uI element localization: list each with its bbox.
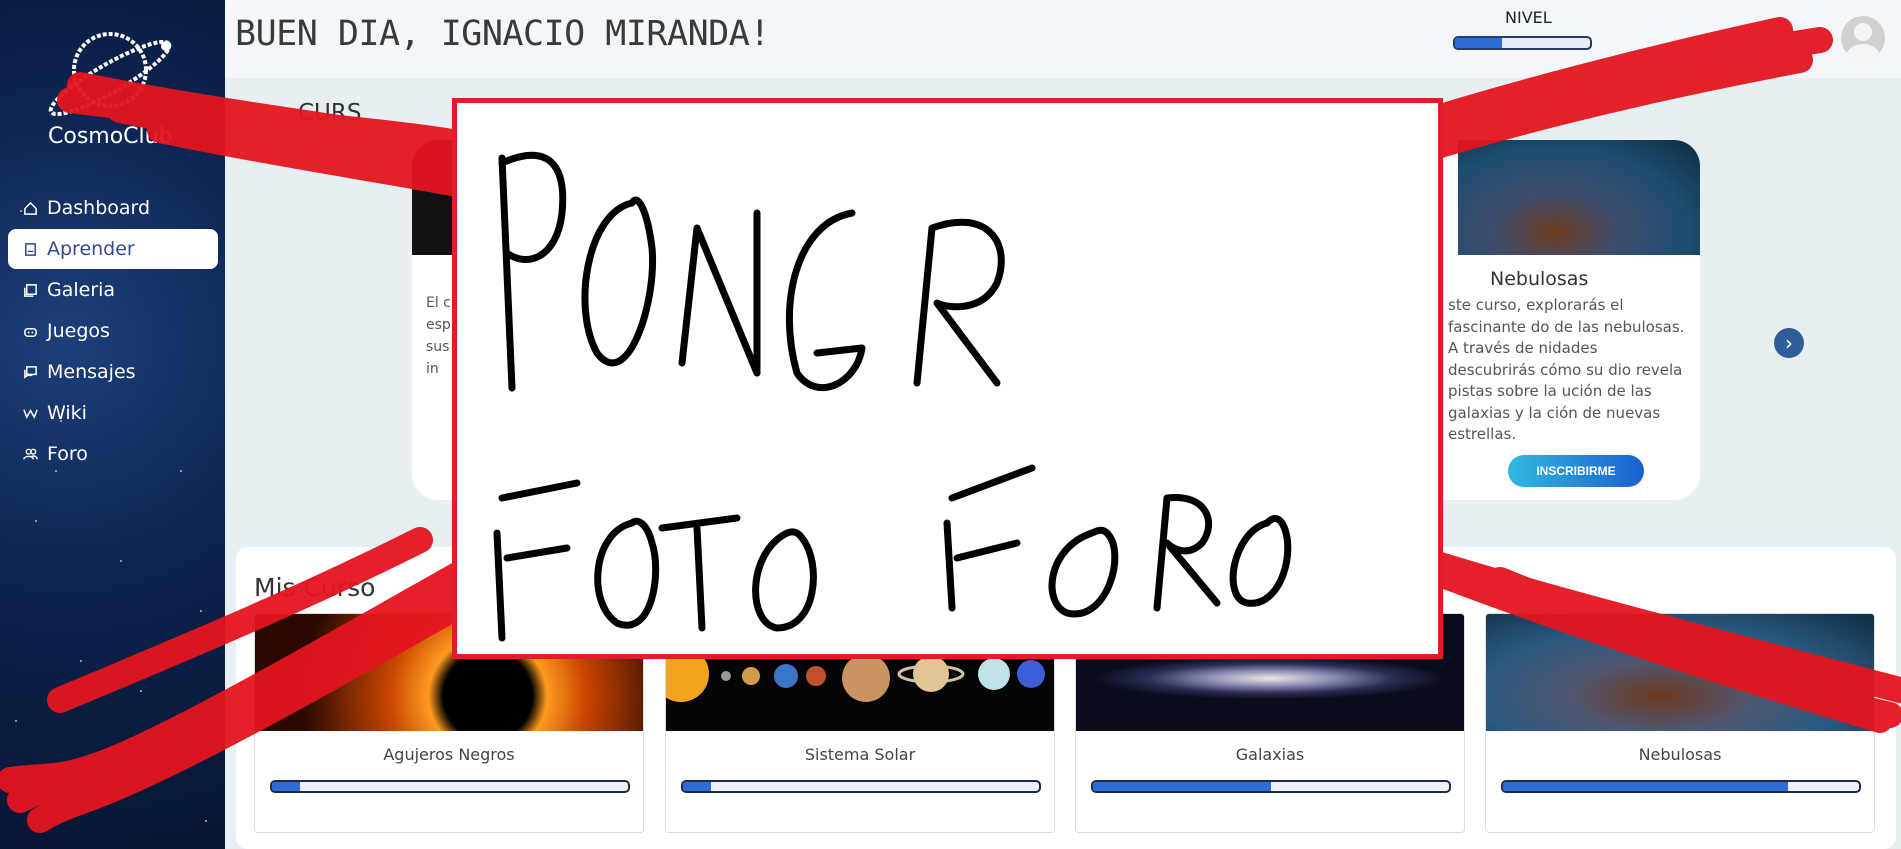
- sidebar-item-galeria[interactable]: Galeria: [8, 270, 218, 310]
- sidebar-item-dashboard[interactable]: Dashboard: [8, 188, 218, 228]
- sidebar-item-label: Juegos: [47, 320, 110, 342]
- gamepad-icon: [22, 323, 39, 340]
- greeting-title: BUEN DIA, IGNACIO MIRANDA!: [235, 14, 770, 54]
- course-title: Nebulosas: [1490, 268, 1589, 290]
- sidebar-item-label: Aprender: [47, 238, 135, 260]
- handwritten-note-drawing: [493, 151, 1292, 642]
- nebula-image: [1486, 614, 1874, 731]
- course-progress-bar: [1091, 780, 1451, 793]
- sidebar-item-label: Wiki: [47, 402, 87, 424]
- app-name: CosmoClub: [48, 124, 173, 149]
- my-courses-title: Mis Curso: [254, 573, 376, 602]
- sidebar-item-wiki[interactable]: Wiki: [8, 393, 218, 433]
- level-label: NIVEL: [1505, 8, 1552, 27]
- top-header: BUEN DIA, IGNACIO MIRANDA! NIVEL: [225, 0, 1901, 78]
- course-progress-bar: [681, 780, 1041, 793]
- enroll-button[interactable]: INSCRIBIRME: [1508, 455, 1644, 487]
- messages-icon: [22, 364, 39, 381]
- course-name: Sistema Solar: [804, 745, 916, 764]
- saturn-logo-icon: [48, 32, 172, 117]
- course-progress-bar: [270, 780, 630, 793]
- course-card-nebulosas[interactable]: Nebulosas: [1485, 613, 1875, 833]
- wiki-icon: [22, 405, 39, 422]
- course-progress-bar: [1501, 780, 1861, 793]
- level-progress-bar: [1453, 36, 1592, 50]
- nebulosas-course-card: Nebulosas ste curso, explorarás el fasci…: [1438, 140, 1700, 500]
- sidebar-item-label: Galeria: [47, 279, 116, 301]
- course-name: Nebulosas: [1638, 745, 1722, 764]
- section-title: CURS: [298, 100, 362, 126]
- carousel-next-arrow-icon[interactable]: ›: [1774, 328, 1804, 358]
- handwritten-note-overlay: [452, 98, 1443, 659]
- book-icon: [22, 241, 39, 258]
- sidebar: CosmoClub Dashboard Aprender Galeria Jue…: [0, 0, 225, 849]
- nebula-image: [1458, 140, 1700, 255]
- avatar[interactable]: [1841, 16, 1885, 60]
- sidebar-item-foro[interactable]: Foro: [8, 434, 218, 474]
- sidebar-item-label: Mensajes: [47, 361, 136, 383]
- gallery-icon: [22, 282, 39, 299]
- course-description: ste curso, explorarás el fascinante do d…: [1448, 296, 1685, 443]
- users-icon: [22, 446, 39, 463]
- course-name: Agujeros Negros: [383, 745, 515, 764]
- home-icon: [22, 200, 39, 217]
- sidebar-item-aprender[interactable]: Aprender: [8, 229, 218, 269]
- sidebar-nav: Dashboard Aprender Galeria Juegos Mensaj…: [8, 188, 218, 475]
- course-name: Galaxias: [1235, 745, 1305, 764]
- level-progress-fill: [1455, 38, 1503, 48]
- sidebar-item-juegos[interactable]: Juegos: [8, 311, 218, 351]
- sidebar-item-label: Dashboard: [47, 197, 151, 219]
- sidebar-item-mensajes[interactable]: Mensajes: [8, 352, 218, 392]
- sidebar-item-label: Foro: [47, 443, 88, 465]
